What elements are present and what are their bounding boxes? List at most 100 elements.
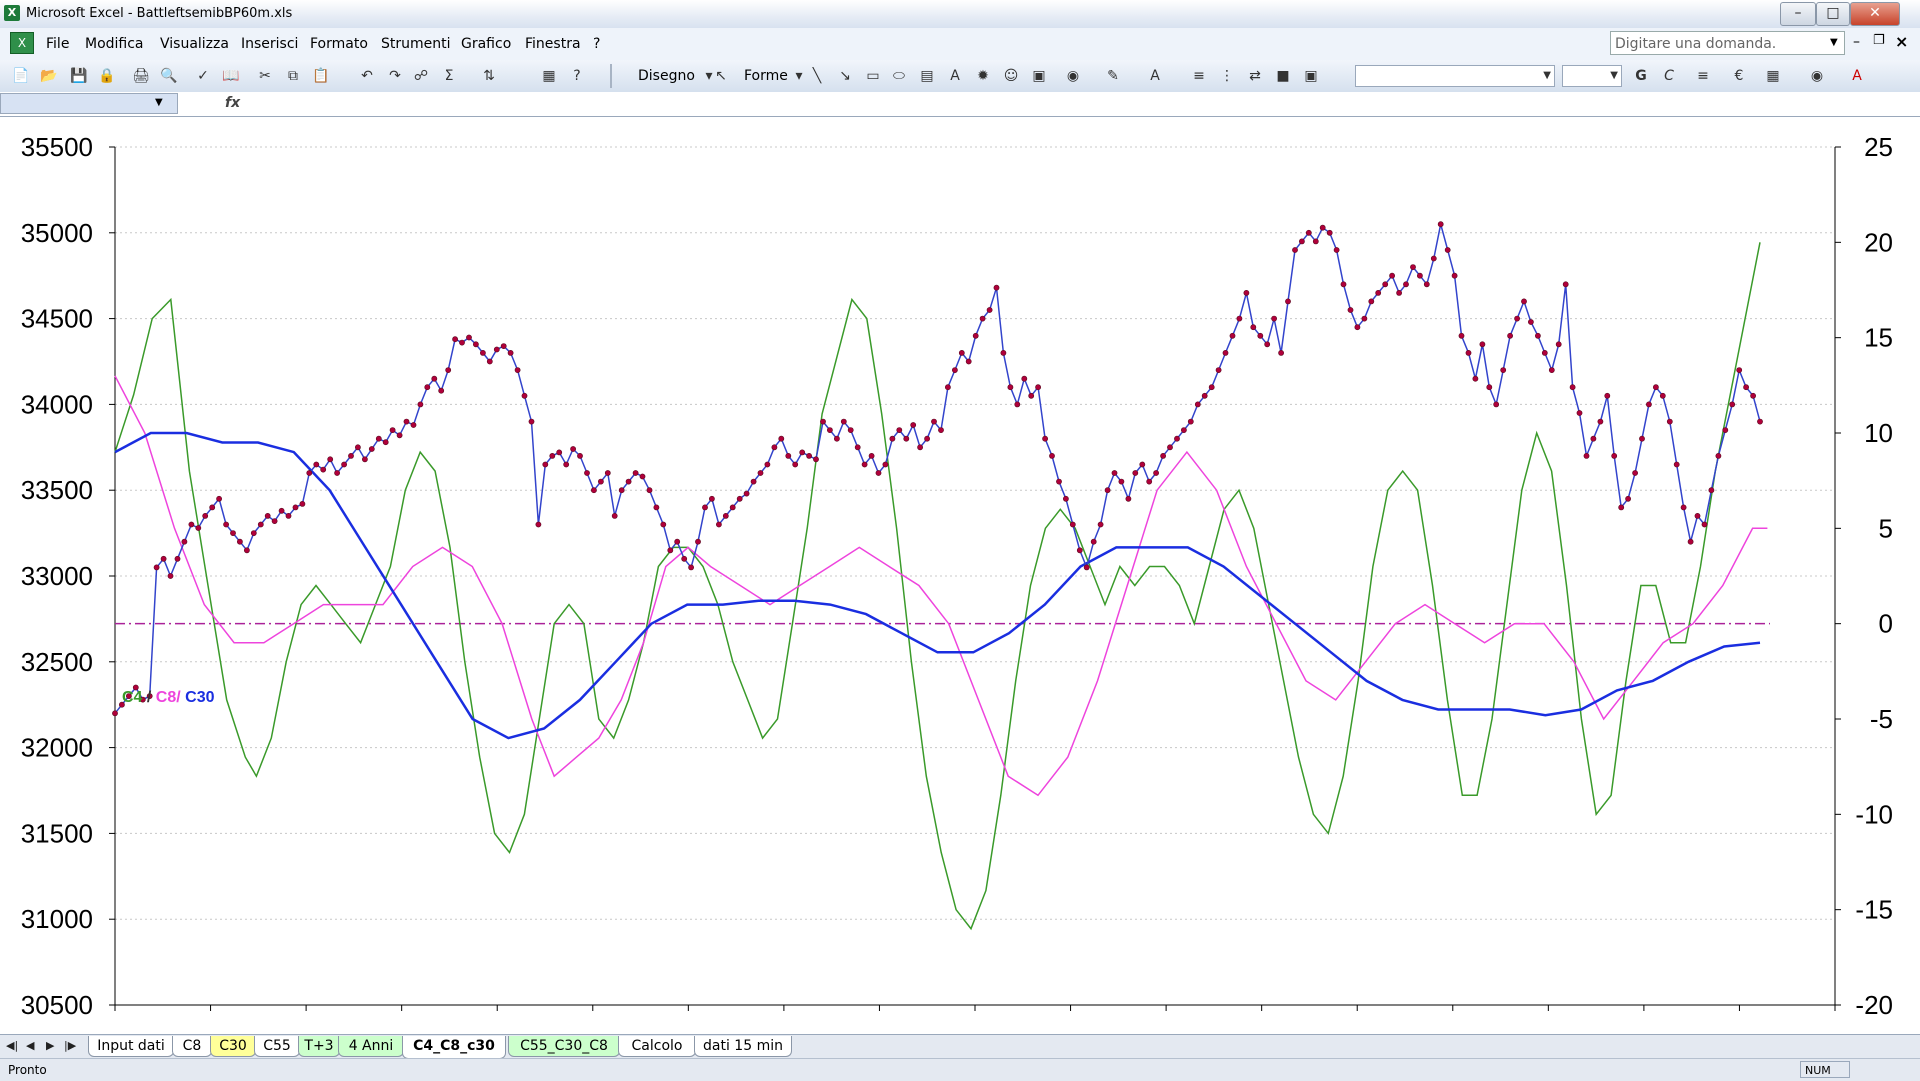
spelling-icon[interactable]: ✓	[194, 67, 212, 85]
line-icon[interactable]: ╲	[808, 67, 826, 85]
close-button[interactable]: ✕	[1850, 2, 1900, 26]
bold-icon[interactable]: G	[1632, 67, 1650, 85]
tab-c30[interactable]: C30	[210, 1036, 256, 1057]
chevron-down-icon[interactable]: ▼	[1830, 37, 1838, 48]
tab-dati-15-min[interactable]: dati 15 min	[694, 1036, 792, 1057]
price-point	[972, 332, 979, 339]
align-icon[interactable]: ≡	[1694, 67, 1712, 85]
shapes-menu[interactable]: Forme	[744, 68, 788, 84]
price-point	[153, 564, 160, 571]
tab-input-dati[interactable]: Input dati	[88, 1036, 174, 1057]
new-icon[interactable]: 📄	[12, 67, 30, 85]
help-question-input[interactable]: Digitare una domanda.	[1610, 31, 1845, 55]
draw-menu[interactable]: Disegno	[638, 68, 695, 84]
research-icon[interactable]: 📖	[222, 67, 240, 85]
textbox-icon[interactable]: ▤	[918, 67, 936, 85]
shadow-icon[interactable]: ■	[1274, 67, 1292, 85]
chevron-down-icon[interactable]: ▾	[790, 67, 808, 85]
workbook-restore-icon[interactable]: ❐	[1873, 33, 1885, 48]
price-point	[986, 307, 993, 313]
diagram-icon[interactable]: ✹	[974, 67, 992, 85]
last-sheet-icon[interactable]: |▶	[64, 1039, 76, 1052]
tab-t3[interactable]: T+3	[298, 1036, 340, 1057]
print-preview-icon[interactable]: 🔍	[160, 67, 178, 85]
price-point	[1396, 289, 1402, 296]
chart-svg[interactable]: 30500 31000 31500 32000 32500 33000 33500 34000…	[0, 117, 1920, 1034]
menu-grafico[interactable]: Grafico	[461, 36, 511, 52]
next-sheet-icon[interactable]: ▶	[46, 1039, 54, 1052]
tab-c4-c8-c30[interactable]: C4_C8_c30	[402, 1036, 506, 1059]
tab-c55[interactable]: C55	[254, 1036, 300, 1057]
workbook-close-icon[interactable]: ×	[1895, 32, 1908, 51]
font-size-combo[interactable]: ▼	[1562, 65, 1622, 87]
price-point	[854, 444, 861, 451]
chevron-down-icon[interactable]: ▼	[155, 97, 163, 108]
oval-icon[interactable]: ⬭	[890, 67, 908, 85]
paste-icon[interactable]: 📋	[312, 67, 330, 85]
prev-sheet-icon[interactable]: ◀	[26, 1039, 34, 1052]
first-sheet-icon[interactable]: ◀|	[6, 1039, 18, 1052]
euro-icon[interactable]: €	[1730, 67, 1748, 85]
clipart-icon[interactable]: ☺	[1002, 67, 1020, 85]
tab-c55-c30-c8[interactable]: C55_C30_C8	[508, 1036, 620, 1057]
menu-finestra[interactable]: Finestra	[525, 36, 581, 52]
price-point	[1056, 478, 1062, 485]
line-style-icon[interactable]: ≡	[1190, 67, 1208, 85]
excel-app-icon[interactable]: X	[4, 5, 20, 21]
rectangle-icon[interactable]: ▭	[864, 67, 882, 85]
borders-icon[interactable]: ▦	[1764, 67, 1782, 85]
print-icon[interactable]: 🖨	[132, 67, 150, 85]
menu-visualizza[interactable]: Visualizza	[160, 36, 229, 52]
3d-style-icon[interactable]: ▣	[1302, 67, 1320, 85]
minimize-button[interactable]: –	[1780, 2, 1816, 26]
italic-icon[interactable]: C	[1660, 67, 1678, 85]
tab-4-anni[interactable]: 4 Anni	[338, 1036, 404, 1057]
price-point	[230, 530, 236, 536]
font-name-combo[interactable]: ▼	[1355, 65, 1555, 87]
price-point	[1382, 281, 1389, 288]
font-color-icon[interactable]: A	[1848, 67, 1866, 85]
hyperlink-icon[interactable]: ☍	[412, 67, 430, 85]
price-point	[354, 444, 361, 451]
price-point	[1715, 452, 1722, 459]
permission-icon[interactable]: 🔒	[98, 67, 116, 85]
picture-icon[interactable]: ▣	[1030, 67, 1048, 85]
cut-icon[interactable]: ✂	[256, 67, 274, 85]
redo-icon[interactable]: ↷	[386, 67, 404, 85]
undo-icon[interactable]: ↶	[358, 67, 376, 85]
arrow-style-icon[interactable]: ⇄	[1246, 67, 1264, 85]
wordart-icon[interactable]: A	[946, 67, 964, 85]
arrow-icon[interactable]: ↘	[836, 67, 854, 85]
maximize-button[interactable]: □	[1816, 2, 1850, 26]
chart-wizard-icon[interactable]: ▦	[540, 67, 558, 85]
menu-inserisci[interactable]: Inserisci	[241, 36, 298, 52]
price-point	[736, 495, 743, 502]
menu-modifica[interactable]: Modifica	[85, 36, 144, 52]
price-point	[493, 346, 500, 353]
line-color-icon[interactable]: ✎	[1104, 67, 1122, 85]
help-icon[interactable]: ?	[568, 67, 586, 85]
name-box[interactable]	[0, 93, 178, 114]
menu-file[interactable]: File	[46, 36, 69, 52]
save-icon[interactable]: 💾	[70, 67, 88, 85]
autosum-icon[interactable]: Σ	[440, 67, 458, 85]
workbook-minimize-icon[interactable]: –	[1853, 34, 1860, 50]
price-point	[1111, 470, 1118, 476]
price-point	[764, 461, 771, 468]
price-point	[236, 538, 243, 545]
menu-strumenti[interactable]: Strumenti	[381, 36, 451, 52]
dash-style-icon[interactable]: ⋮	[1218, 67, 1236, 85]
select-objects-icon[interactable]: ↖	[712, 67, 730, 85]
menu-formato[interactable]: Formato	[310, 36, 368, 52]
menu-help[interactable]: ?	[593, 36, 600, 52]
sort-ascending-icon[interactable]: ⇅	[480, 67, 498, 85]
workbook-icon[interactable]: X	[10, 32, 34, 54]
font-color-icon[interactable]: A	[1146, 67, 1164, 85]
open-icon[interactable]: 📂	[40, 67, 58, 85]
copy-icon[interactable]: ⧉	[284, 67, 302, 85]
fill-color-icon[interactable]: ◉	[1808, 67, 1826, 85]
function-icon[interactable]: fx	[225, 95, 240, 111]
tab-c8[interactable]: C8	[172, 1036, 212, 1057]
fill-color-icon[interactable]: ◉	[1064, 67, 1082, 85]
tab-calcolo[interactable]: Calcolo	[618, 1036, 696, 1057]
